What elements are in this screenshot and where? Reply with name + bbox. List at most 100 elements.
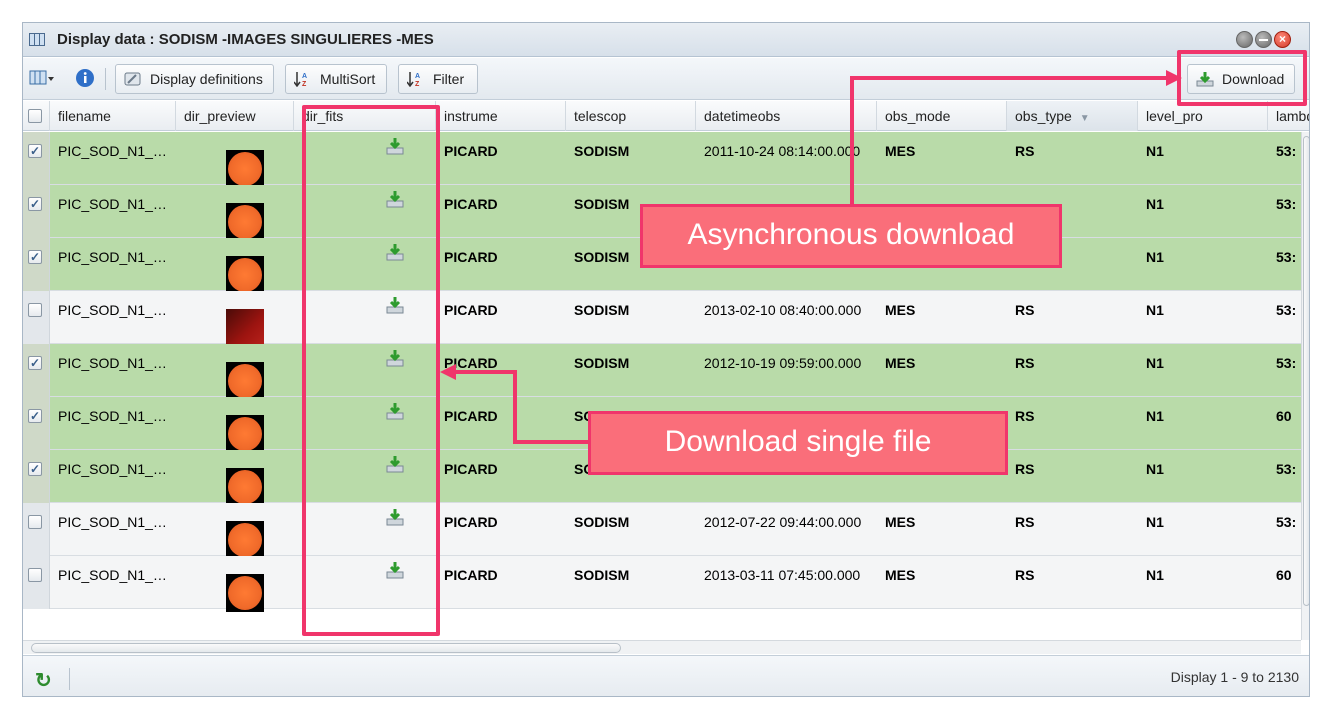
cell-instrume: PICARD bbox=[444, 302, 498, 318]
horizontal-scrollbar[interactable] bbox=[23, 640, 1301, 654]
cell-level-pro: N1 bbox=[1146, 408, 1164, 424]
column-header-label: obs_type bbox=[1015, 108, 1072, 124]
column-header[interactable]: instrume bbox=[436, 101, 566, 131]
cell-filename: PIC_SOD_N1_… bbox=[58, 461, 167, 477]
columns-menu-button[interactable] bbox=[29, 69, 55, 90]
table-row[interactable]: PIC_SOD_N1_… PICARD SODISM 2013-02-10 08:40… bbox=[23, 291, 1301, 347]
cell-telescop: SODISM bbox=[574, 567, 630, 583]
row-checkbox[interactable]: ✓ bbox=[28, 356, 42, 370]
sun-preview-thumbnail[interactable] bbox=[226, 309, 264, 347]
callout-connector bbox=[455, 370, 517, 374]
vertical-scroll-thumb[interactable] bbox=[1303, 136, 1309, 606]
sun-preview-thumbnail[interactable] bbox=[226, 203, 264, 241]
cell-datetimeobs: 2012-07-22 09:44:00.000 bbox=[704, 514, 862, 530]
cell-obs-type: RS bbox=[1015, 143, 1035, 159]
row-checkbox[interactable] bbox=[28, 515, 42, 529]
cell-lambda: 60 bbox=[1276, 567, 1292, 583]
cell-instrume: PICARD bbox=[444, 355, 498, 371]
cell-lambda: 53: bbox=[1276, 196, 1297, 212]
cell-obs-mode: MES bbox=[885, 514, 916, 530]
cell-level-pro: N1 bbox=[1146, 514, 1164, 530]
row-checkbox[interactable]: ✓ bbox=[28, 250, 42, 264]
multisort-button[interactable]: A Z MultiSort bbox=[285, 64, 387, 94]
row-gutter bbox=[23, 556, 50, 609]
callout-connector bbox=[850, 76, 854, 206]
table-row[interactable]: ✓ PIC_SOD_N1_… PICARD SODISM 2011-10-24 08:1… bbox=[23, 132, 1301, 188]
column-header[interactable]: obs_mode bbox=[877, 101, 1007, 131]
vertical-scrollbar[interactable] bbox=[1301, 132, 1309, 640]
grid-footer: ↻ Display 1 - 9 to 2130 bbox=[23, 655, 1309, 696]
callout-connector bbox=[513, 440, 591, 444]
row-gutter bbox=[23, 450, 50, 503]
row-checkbox[interactable]: ✓ bbox=[28, 462, 42, 476]
cell-instrume: PICARD bbox=[444, 514, 498, 530]
sun-preview-thumbnail[interactable] bbox=[226, 362, 264, 400]
row-checkbox[interactable] bbox=[28, 568, 42, 582]
column-header[interactable]: filename bbox=[50, 101, 176, 131]
cell-level-pro: N1 bbox=[1146, 143, 1164, 159]
cell-lambda: 60 bbox=[1276, 408, 1292, 424]
cell-lambda: 53: bbox=[1276, 302, 1297, 318]
obs-type-header[interactable]: obs_type ▼ bbox=[1007, 101, 1138, 131]
cell-lambda: 53: bbox=[1276, 143, 1297, 159]
sun-preview-thumbnail[interactable] bbox=[226, 574, 264, 612]
sort-desc-icon: ▼ bbox=[1079, 113, 1090, 124]
display-definitions-button[interactable]: Display definitions bbox=[115, 64, 274, 94]
cell-level-pro: N1 bbox=[1146, 249, 1164, 265]
row-checkbox[interactable]: ✓ bbox=[28, 197, 42, 211]
cell-filename: PIC_SOD_N1_… bbox=[58, 249, 167, 265]
refresh-icon[interactable]: ↻ bbox=[35, 668, 52, 693]
cell-obs-mode: MES bbox=[885, 302, 916, 318]
settings-window-button[interactable] bbox=[1236, 31, 1253, 48]
row-checkbox[interactable]: ✓ bbox=[28, 409, 42, 423]
sun-preview-thumbnail[interactable] bbox=[226, 415, 264, 453]
table-row[interactable]: PIC_SOD_N1_… PICARD SODISM 2013-03-11 07:45… bbox=[23, 556, 1301, 612]
cell-telescop: SODISM bbox=[574, 514, 630, 530]
table-row[interactable]: ✓ PIC_SOD_N1_… PICARD SODISM 2012-10-19 09:5… bbox=[23, 344, 1301, 400]
cell-filename: PIC_SOD_N1_… bbox=[58, 355, 167, 371]
row-gutter bbox=[23, 397, 50, 450]
cell-datetimeobs: 2013-03-11 07:45:00.000 bbox=[704, 567, 861, 583]
row-gutter bbox=[23, 132, 50, 185]
arrowhead-icon bbox=[1166, 70, 1182, 86]
toolbar-separator bbox=[105, 68, 106, 90]
display-definitions-label: Display definitions bbox=[150, 71, 263, 87]
sort-icon: A Z bbox=[294, 72, 307, 87]
select-all-checkbox[interactable] bbox=[28, 109, 42, 123]
horizontal-scroll-thumb[interactable] bbox=[31, 643, 621, 653]
filter-button[interactable]: A Z Filter bbox=[398, 64, 478, 94]
cell-lambda: 53: bbox=[1276, 355, 1297, 371]
svg-text:Z: Z bbox=[302, 81, 307, 87]
single-download-callout: Download single file bbox=[588, 411, 1008, 475]
info-button[interactable] bbox=[75, 68, 95, 91]
cell-filename: PIC_SOD_N1_… bbox=[58, 302, 167, 318]
table-row[interactable]: PIC_SOD_N1_… PICARD SODISM 2012-07-22 09:44… bbox=[23, 503, 1301, 559]
cell-obs-type: RS bbox=[1015, 567, 1035, 583]
sun-preview-thumbnail[interactable] bbox=[226, 468, 264, 506]
cell-level-pro: N1 bbox=[1146, 302, 1164, 318]
cell-datetimeobs: 2013-02-10 08:40:00.000 bbox=[704, 302, 862, 318]
sun-preview-thumbnail[interactable] bbox=[226, 256, 264, 294]
column-header[interactable]: telescop bbox=[566, 101, 696, 131]
svg-text:A: A bbox=[302, 73, 307, 80]
callout-connector bbox=[513, 370, 517, 442]
cell-obs-type: RS bbox=[1015, 408, 1035, 424]
cell-obs-mode: MES bbox=[885, 355, 916, 371]
cell-lambda: 53: bbox=[1276, 249, 1297, 265]
cell-obs-type: RS bbox=[1015, 461, 1035, 477]
row-checkbox[interactable]: ✓ bbox=[28, 144, 42, 158]
close-button[interactable]: × bbox=[1274, 31, 1291, 48]
cell-instrume: PICARD bbox=[444, 461, 498, 477]
cell-level-pro: N1 bbox=[1146, 355, 1164, 371]
columns-icon bbox=[29, 70, 54, 85]
cell-filename: PIC_SOD_N1_… bbox=[58, 514, 167, 530]
svg-text:A: A bbox=[415, 73, 420, 80]
svg-text:Z: Z bbox=[415, 81, 420, 87]
sun-preview-thumbnail[interactable] bbox=[226, 521, 264, 559]
sun-preview-thumbnail[interactable] bbox=[226, 150, 264, 188]
row-checkbox[interactable] bbox=[28, 303, 42, 317]
cell-filename: PIC_SOD_N1_… bbox=[58, 408, 167, 424]
minimize-button[interactable] bbox=[1255, 31, 1272, 48]
column-header[interactable]: dir_preview bbox=[176, 101, 294, 131]
cell-obs-mode: MES bbox=[885, 567, 916, 583]
